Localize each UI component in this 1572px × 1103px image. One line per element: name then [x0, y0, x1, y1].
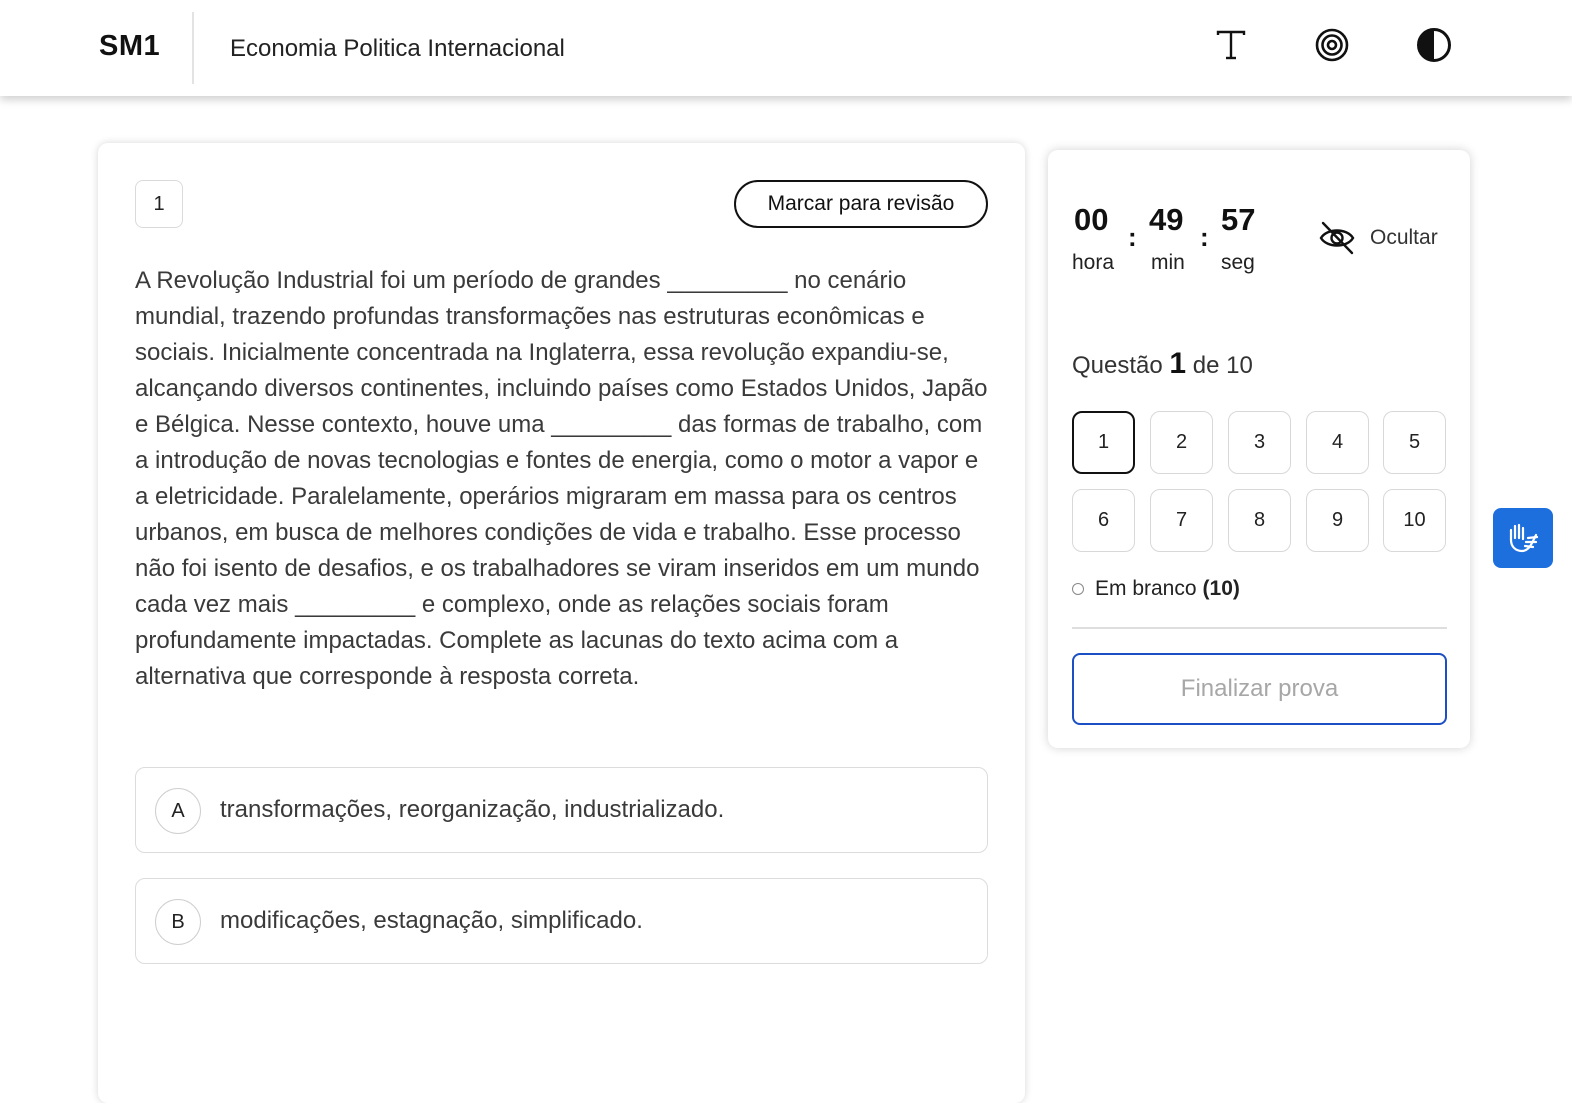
mark-for-review-button[interactable]: Marcar para revisão: [734, 180, 988, 228]
option-b[interactable]: B modificações, estagnação, simplificado…: [135, 878, 988, 964]
question-nav-button[interactable]: 5: [1383, 411, 1446, 474]
blank-label: Em branco: [1095, 577, 1197, 600]
question-nav-button[interactable]: 6: [1072, 489, 1135, 552]
question-card: 1 Marcar para revisão A Revolução Indust…: [98, 143, 1025, 1103]
text-size-icon[interactable]: [1211, 25, 1251, 65]
timer-hours-label: hora: [1072, 251, 1115, 274]
question-nav-button[interactable]: 2: [1150, 411, 1213, 474]
contrast-icon[interactable]: [1414, 25, 1454, 65]
panel-divider: [1072, 627, 1447, 629]
option-a[interactable]: A transformações, reorganização, industr…: [135, 767, 988, 853]
question-nav-button[interactable]: 1: [1072, 411, 1135, 474]
timer-seconds: 57: [1221, 202, 1256, 237]
course-title: Economia Politica Internacional: [230, 35, 565, 62]
option-text: transformações, reorganização, industria…: [220, 796, 725, 823]
blank-status-dot-icon: [1072, 583, 1084, 595]
question-nav-button[interactable]: 4: [1306, 411, 1369, 474]
brand-logo: SM1: [99, 30, 161, 62]
option-letter: A: [155, 788, 201, 834]
timer-colon: :: [1128, 222, 1137, 252]
hide-timer-toggle[interactable]: Ocultar: [1318, 218, 1458, 258]
top-bar: SM1 Economia Politica Internacional: [0, 0, 1572, 96]
progress-current: 1: [1169, 347, 1187, 380]
blank-legend: Em branco (10): [1072, 577, 1240, 601]
target-icon[interactable]: [1312, 25, 1352, 65]
question-nav-button[interactable]: 3: [1228, 411, 1291, 474]
timer-minutes: 49: [1149, 202, 1184, 237]
timer-minutes-label: min: [1151, 251, 1185, 274]
eye-off-icon: [1319, 221, 1355, 255]
question-text: A Revolução Industrial foi um período de…: [135, 267, 988, 690]
exam-side-panel: 00 : 49 : 57 hora min seg Ocultar Questã…: [1048, 150, 1470, 748]
question-number-badge: 1: [135, 180, 183, 228]
option-text: modificações, estagnação, simplificado.: [220, 907, 643, 934]
question-nav-button[interactable]: 9: [1306, 489, 1369, 552]
question-nav-button[interactable]: 7: [1150, 489, 1213, 552]
question-nav-button[interactable]: 10: [1383, 489, 1446, 552]
header-divider: [192, 12, 194, 84]
blank-count: (10): [1202, 577, 1240, 600]
question-nav-button[interactable]: 8: [1228, 489, 1291, 552]
option-letter: B: [155, 899, 201, 945]
timer-hours: 00: [1074, 202, 1109, 237]
progress-prefix: Questão: [1072, 352, 1163, 379]
finish-exam-button[interactable]: Finalizar prova: [1072, 653, 1447, 725]
question-progress: Questão 1 de 10: [1072, 347, 1253, 381]
hide-timer-label: Ocultar: [1370, 226, 1438, 249]
sign-language-hands-icon[interactable]: [1493, 508, 1553, 568]
progress-suffix: de 10: [1192, 352, 1253, 379]
timer-seconds-label: seg: [1221, 251, 1255, 274]
timer-colon: :: [1200, 222, 1209, 252]
